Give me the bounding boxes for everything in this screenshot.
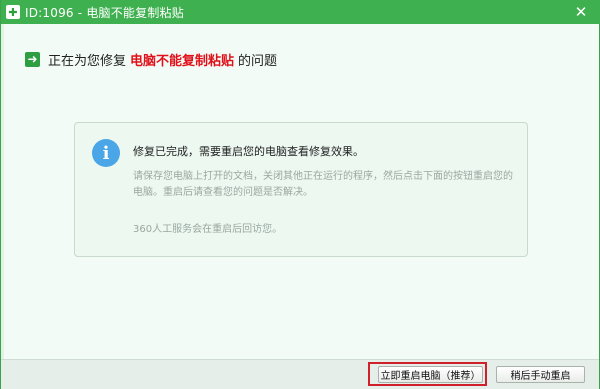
heading-prefix: 正在为您修复 — [48, 53, 127, 69]
result-card: i 修复已完成，需要重启您的电脑查看修复效果。 请保存您电脑上打开的文档，关闭其… — [74, 122, 528, 257]
footer-bar: 立即重启电脑（推荐） 稍后手动重启 — [1, 359, 599, 389]
info-icon: i — [92, 139, 120, 167]
heading-suffix: 的问题 — [238, 53, 278, 69]
heading-problem-name: 电脑不能复制粘贴 — [130, 53, 235, 69]
callback-note: 360人工服务会在重启后回访您。 — [133, 224, 283, 235]
repair-heading: ➜ 正在为您修复 电脑不能复制粘贴 的问题 — [25, 50, 278, 69]
arrow-right-icon: ➜ — [25, 51, 40, 67]
window-title: ID:1096 - 电脑不能复制粘贴 — [25, 5, 184, 20]
close-button[interactable]: ✕ — [573, 4, 589, 20]
title-bar: ✚ ID:1096 - 电脑不能复制粘贴 ✕ — [1, 0, 600, 24]
repair-window: ✚ ID:1096 - 电脑不能复制粘贴 ✕ ➜ 正在为您修复 电脑不能复制粘贴… — [0, 0, 600, 389]
plus-icon: ✚ — [6, 5, 20, 19]
restart-later-button[interactable]: 稍后手动重启 — [496, 366, 585, 383]
result-title: 修复已完成，需要重启您的电脑查看修复效果。 — [133, 145, 364, 158]
highlight-box — [368, 362, 487, 386]
result-instructions: 请保存您电脑上打开的文档，关闭其他正在运行的程序，然后点击下面的按钮重启您的电脑… — [133, 171, 513, 198]
left-edge-strip — [1, 24, 4, 359]
